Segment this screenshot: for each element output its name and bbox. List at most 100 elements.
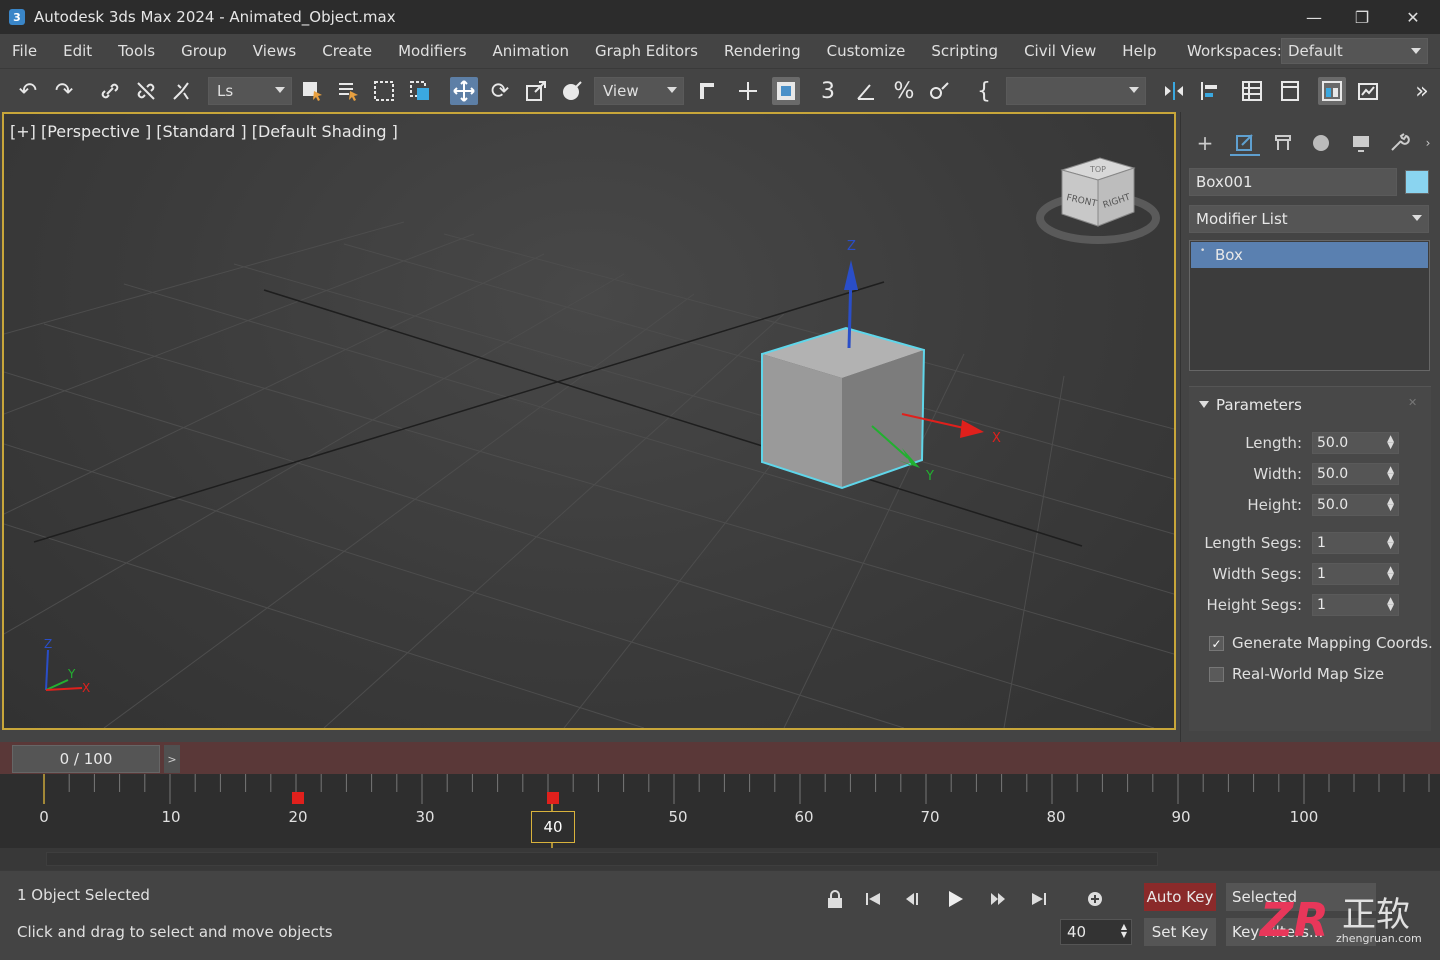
- pivot-center-icon[interactable]: [694, 77, 722, 105]
- lock-icon[interactable]: [822, 886, 848, 912]
- viewcube[interactable]: FRONT RIGHT TOP: [1036, 157, 1160, 244]
- mirror-icon[interactable]: [1160, 77, 1188, 105]
- width-input[interactable]: 50.0 ▲ ▼: [1312, 463, 1399, 485]
- select-and-place-icon[interactable]: [558, 77, 586, 105]
- stack-item-box[interactable]: • Box: [1191, 242, 1428, 268]
- display-tab-icon[interactable]: [1346, 130, 1376, 156]
- scrollbar-thumb[interactable]: [46, 852, 1158, 866]
- auto-key-button[interactable]: Auto Key: [1144, 883, 1216, 911]
- panel-overflow-icon[interactable]: ›: [1418, 130, 1438, 156]
- keyboard-shortcut-override-icon[interactable]: [772, 77, 800, 105]
- menu-help[interactable]: Help: [1109, 42, 1169, 60]
- go-to-start-icon[interactable]: [860, 886, 886, 912]
- select-and-move-icon[interactable]: [450, 77, 478, 105]
- align-icon[interactable]: [1196, 77, 1224, 105]
- gizmo-x-label: X: [992, 431, 1001, 446]
- menu-create[interactable]: Create: [309, 42, 385, 60]
- perspective-viewport[interactable]: Z X Y FRONT RIGHT TOP Z Y X [+] [Perspec…: [2, 112, 1176, 730]
- link-icon[interactable]: [96, 77, 124, 105]
- reference-coord-dropdown[interactable]: View: [594, 77, 684, 105]
- generate-mapping-checkbox[interactable]: ✓: [1209, 636, 1224, 651]
- edit-named-selection-icon[interactable]: {: [970, 77, 998, 105]
- rollout-title[interactable]: Parameters: [1216, 396, 1302, 414]
- object-color-swatch[interactable]: [1405, 170, 1429, 194]
- select-object-icon[interactable]: [298, 77, 326, 105]
- track-scrollbar[interactable]: [0, 848, 1440, 870]
- toggle-ribbon-icon[interactable]: [1276, 77, 1304, 105]
- bind-space-warp-icon[interactable]: [168, 77, 196, 105]
- menu-rendering[interactable]: Rendering: [711, 42, 814, 60]
- menu-civil-view[interactable]: Civil View: [1011, 42, 1109, 60]
- workspaces-label: Workspaces:: [1187, 42, 1282, 60]
- modifier-list-label: Modifier List: [1196, 210, 1288, 228]
- menu-animation[interactable]: Animation: [480, 42, 582, 60]
- menu-group[interactable]: Group: [168, 42, 240, 60]
- time-slider[interactable]: 0 / 100: [12, 745, 160, 773]
- selection-filter-dropdown[interactable]: Ls: [208, 77, 292, 105]
- minimize-button[interactable]: —: [1290, 0, 1338, 34]
- go-to-end-icon[interactable]: [1026, 886, 1052, 912]
- time-configuration-icon[interactable]: [1082, 886, 1108, 912]
- spinner-snap-icon[interactable]: [926, 77, 954, 105]
- window-crossing-icon[interactable]: [406, 77, 434, 105]
- undo-icon[interactable]: ↶: [14, 77, 42, 105]
- current-frame-field[interactable]: 40 ▲ ▼: [1060, 919, 1132, 945]
- rectangular-selection-icon[interactable]: [370, 77, 398, 105]
- render-setup-icon[interactable]: [1354, 77, 1382, 105]
- menu-customize[interactable]: Customize: [814, 42, 919, 60]
- motion-tab-icon[interactable]: [1306, 130, 1336, 156]
- spinner-icon: ▲ ▼: [1387, 465, 1394, 482]
- hierarchy-tab-icon[interactable]: [1268, 130, 1298, 156]
- corner-axis-tripod: Z Y X: [44, 637, 90, 695]
- redo-icon[interactable]: ↷: [50, 77, 78, 105]
- menu-views[interactable]: Views: [240, 42, 309, 60]
- rollout-collapse-icon[interactable]: [1199, 401, 1209, 408]
- modifier-list-dropdown[interactable]: Modifier List: [1189, 205, 1429, 233]
- menu-modifiers[interactable]: Modifiers: [385, 42, 479, 60]
- box001-object: [761, 326, 926, 490]
- unlink-icon[interactable]: [132, 77, 160, 105]
- select-by-name-icon[interactable]: [334, 77, 362, 105]
- real-world-map-checkbox[interactable]: [1209, 667, 1224, 682]
- toolbar-overflow-icon[interactable]: »: [1408, 77, 1436, 105]
- select-and-scale-icon[interactable]: [522, 77, 550, 105]
- maximize-button[interactable]: ❐: [1338, 0, 1386, 34]
- length-input[interactable]: 50.0 ▲ ▼: [1312, 432, 1399, 454]
- menu-scripting[interactable]: Scripting: [918, 42, 1011, 60]
- menu-edit[interactable]: Edit: [50, 42, 105, 60]
- app-icon: 3: [9, 9, 25, 25]
- select-and-rotate-icon[interactable]: ⟳: [486, 77, 514, 105]
- time-slider-track[interactable]: [0, 742, 1440, 774]
- spinner-icon[interactable]: ▲ ▼: [1121, 923, 1127, 939]
- play-icon[interactable]: [942, 886, 968, 912]
- modify-tab-icon[interactable]: [1230, 130, 1260, 156]
- create-tab-icon[interactable]: +: [1190, 130, 1220, 156]
- angle-snap-icon[interactable]: [852, 77, 880, 105]
- workspaces-dropdown[interactable]: Default: [1281, 38, 1428, 64]
- height-segs-input[interactable]: 1 ▲ ▼: [1312, 594, 1399, 616]
- menu-file[interactable]: File: [0, 42, 50, 60]
- height-input[interactable]: 50.0 ▲ ▼: [1312, 494, 1399, 516]
- close-button[interactable]: ✕: [1389, 0, 1437, 34]
- set-key-button[interactable]: Set Key: [1144, 918, 1216, 946]
- previous-frame-icon[interactable]: [900, 886, 926, 912]
- select-manipulate-icon[interactable]: [734, 77, 762, 105]
- named-selection-dropdown[interactable]: [1006, 77, 1146, 105]
- snaps-toggle-icon[interactable]: 3: [814, 77, 842, 105]
- material-editor-icon[interactable]: [1318, 77, 1346, 105]
- length-segs-input[interactable]: 1 ▲ ▼: [1312, 532, 1399, 554]
- layer-explorer-icon[interactable]: [1238, 77, 1266, 105]
- chevron-down-icon: [1411, 48, 1421, 54]
- time-slider-next-button[interactable]: >: [164, 745, 180, 773]
- menu-graph-editors[interactable]: Graph Editors: [582, 42, 711, 60]
- viewport-label[interactable]: [+] [Perspective ] [Standard ] [Default …: [10, 122, 398, 141]
- menu-tools[interactable]: Tools: [105, 42, 168, 60]
- width-segs-input[interactable]: 1 ▲ ▼: [1312, 563, 1399, 585]
- object-name-field[interactable]: Box001: [1189, 168, 1397, 196]
- percent-snap-icon[interactable]: %: [890, 77, 918, 105]
- rollout-close-icon[interactable]: ✕: [1408, 396, 1417, 409]
- current-frame-indicator[interactable]: 40: [531, 811, 575, 843]
- status-bar: [0, 870, 1440, 960]
- next-frame-icon[interactable]: [985, 886, 1011, 912]
- utilities-tab-icon[interactable]: [1384, 130, 1414, 156]
